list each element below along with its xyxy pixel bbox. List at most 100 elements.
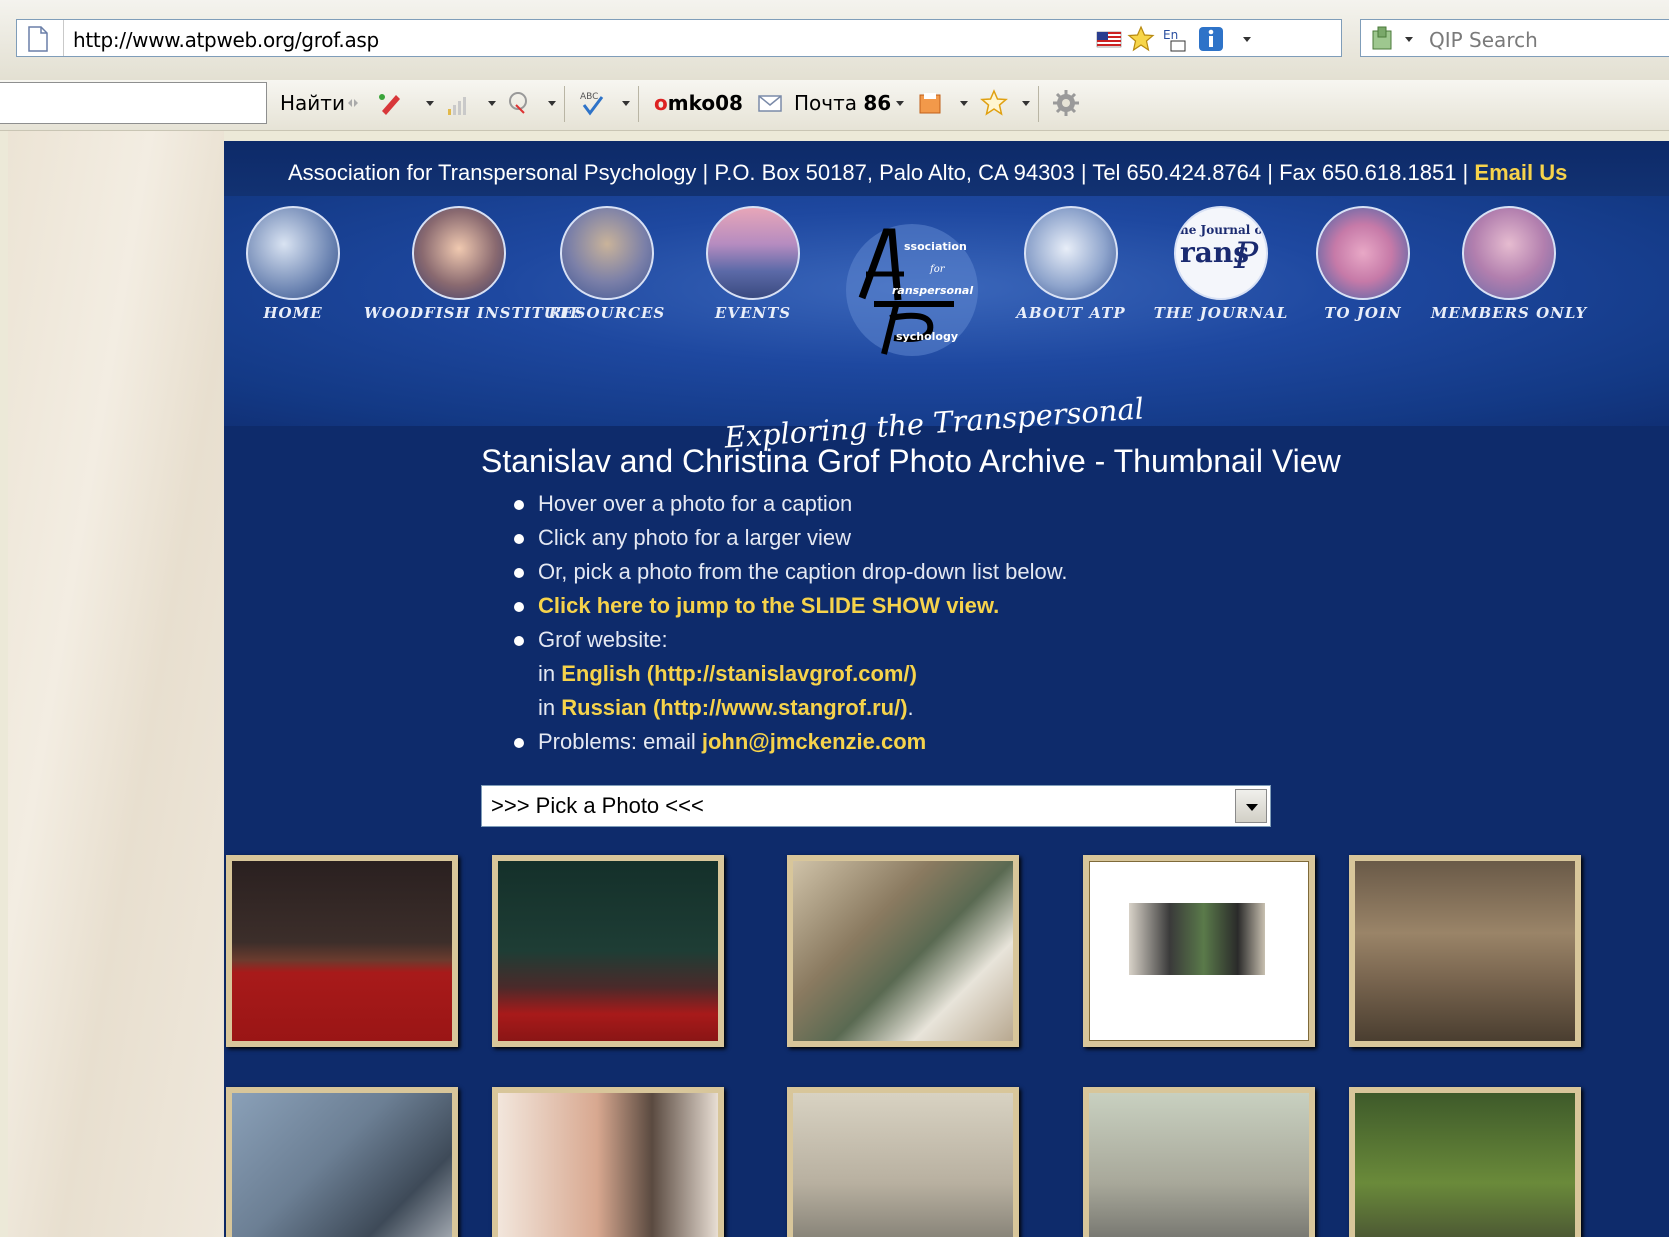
dalai-lama-photo — [498, 861, 718, 1041]
chevron-down-icon[interactable] — [1235, 789, 1267, 823]
bookmark-folder-icon[interactable] — [916, 89, 944, 117]
nav-woodfish-label: WOODFISH INSTITUTE — [364, 304, 583, 322]
events-image — [706, 206, 800, 300]
qip-dropdown-arrow-icon[interactable] — [1405, 37, 1413, 42]
home-image — [246, 206, 340, 300]
atp-logo[interactable]: ssociation for ranspersonal sychology — [834, 220, 994, 360]
nav-woodfish-institute[interactable]: WOODFISH INSTITUTE — [364, 206, 583, 322]
svg-text:En: En — [1163, 28, 1178, 42]
woodfish-image — [412, 206, 506, 300]
translate-icon[interactable]: En — [1161, 25, 1189, 53]
flag-icon[interactable] — [1095, 25, 1123, 53]
page-background — [8, 131, 224, 1237]
info-dropdown-arrow-icon[interactable] — [1243, 37, 1251, 42]
highlighter-dropdown-icon[interactable] — [426, 101, 434, 106]
toolbar-search-input[interactable] — [0, 82, 267, 124]
signal-dropdown-icon[interactable] — [488, 101, 496, 106]
bullet-icon — [514, 500, 524, 510]
group-outdoors-photo — [232, 1093, 452, 1237]
email-us-link[interactable]: Email Us — [1474, 160, 1567, 185]
spellcheck-icon[interactable]: ABC — [578, 89, 606, 117]
photo-thumbnail[interactable] — [226, 1087, 458, 1237]
in-label: in — [538, 695, 562, 720]
username-button[interactable]: omko08 — [654, 91, 743, 115]
pick-photo-select[interactable]: >>> Pick a Photo <<< — [481, 785, 1271, 827]
logo-line1: ssociation — [904, 240, 967, 253]
photo-thumbnail[interactable] — [787, 1087, 1019, 1237]
instruction-text: Or, pick a photo from the caption drop-d… — [538, 559, 1068, 584]
nav-home-label: HOME — [263, 304, 323, 322]
toolbar-separator — [638, 86, 639, 122]
bullet-icon — [514, 534, 524, 544]
instruction-text: Hover over a photo for a caption — [538, 491, 853, 516]
logo-line4: sychology — [896, 330, 958, 343]
photo-thumbnail[interactable] — [1349, 1087, 1581, 1237]
nav-events[interactable]: EVENTS — [678, 206, 828, 322]
nav-the-journal[interactable]: he Journal o rans P THE JOURNAL — [1134, 206, 1308, 322]
toolbar-separator — [564, 86, 565, 122]
photo-thumbnail[interactable] — [492, 1087, 724, 1237]
mail-icon[interactable] — [756, 89, 784, 117]
search-spy-dropdown-icon[interactable] — [548, 101, 556, 106]
page-icon — [28, 26, 48, 52]
url-field[interactable]: http://www.atpweb.org/grof.asp En — [16, 19, 1342, 57]
page-viewport: Association for Transpersonal Psychology… — [8, 131, 1669, 1237]
journal-cover-icon: he Journal o rans P — [1180, 223, 1263, 277]
qip-plugin-icon[interactable] — [1369, 25, 1397, 53]
bullet-icon — [514, 636, 524, 646]
conference-panel-photo — [232, 861, 452, 1041]
logo-line3: ranspersonal — [892, 284, 973, 297]
photo-thumbnail[interactable] — [1083, 855, 1315, 1047]
info-icon[interactable] — [1197, 25, 1225, 53]
mail-label: Почта — [794, 91, 857, 115]
nav-resources[interactable]: RESOURCES — [532, 206, 682, 322]
move-icon[interactable] — [346, 89, 360, 117]
bookmark-dropdown-icon[interactable] — [960, 101, 968, 106]
dinner-table-photo — [793, 861, 1013, 1041]
mail-dropdown-icon[interactable] — [896, 101, 904, 106]
contact-address: Association for Transpersonal Psychology… — [288, 160, 1475, 185]
signal-bars-icon[interactable] — [444, 89, 472, 117]
qip-search-field[interactable]: QIP Search — [1360, 19, 1669, 57]
photo-thumbnail[interactable] — [492, 855, 724, 1047]
header-contact-bar: Association for Transpersonal Psychology… — [224, 141, 1669, 196]
nav-to-join[interactable]: TO JOIN — [1288, 206, 1438, 322]
username-text: mko08 — [667, 91, 743, 115]
search-spy-icon[interactable] — [506, 89, 534, 117]
members-image — [1462, 206, 1556, 300]
gear-icon[interactable] — [1052, 89, 1080, 117]
english-link[interactable]: English (http://stanislavgrof.com/) — [561, 661, 917, 686]
pick-photo-value: >>> Pick a Photo <<< — [491, 793, 704, 818]
favorites-star-icon[interactable] — [1127, 25, 1155, 53]
find-button[interactable]: Найти — [280, 91, 345, 115]
photo-thumbnail[interactable] — [787, 855, 1019, 1047]
favorite-dropdown-icon[interactable] — [1022, 101, 1030, 106]
nav-members-only[interactable]: MEMBERS ONLY — [1420, 206, 1598, 322]
qip-search-placeholder[interactable]: QIP Search — [1429, 28, 1538, 52]
highlighter-icon[interactable] — [376, 89, 404, 117]
photo-thumbnail[interactable] — [226, 855, 458, 1047]
toolbar-separator — [1038, 86, 1039, 122]
instruction-text: Click any photo for a larger view — [538, 525, 852, 550]
nav-events-label: EVENTS — [714, 304, 792, 322]
nav-join-label: TO JOIN — [1324, 304, 1402, 322]
nav-home[interactable]: HOME — [218, 206, 368, 322]
favorite-star-outline-icon[interactable] — [980, 89, 1008, 117]
content-panel: Association for Transpersonal Psychology… — [224, 141, 1669, 1237]
spellcheck-dropdown-icon[interactable] — [622, 101, 630, 106]
photo-thumbnail[interactable] — [1349, 855, 1581, 1047]
labyrinth-gathering-photo — [1355, 861, 1575, 1041]
url-text[interactable]: http://www.atpweb.org/grof.asp — [73, 28, 379, 52]
journal-image: he Journal o rans P — [1174, 206, 1268, 300]
mail-button[interactable]: Почта 86 — [794, 91, 891, 115]
bullet-icon — [514, 738, 524, 748]
nav-members-label: MEMBERS ONLY — [1430, 304, 1588, 322]
russian-line: in Russian (http://www.stangrof.ru/). — [538, 695, 914, 721]
slideshow-link[interactable]: Click here to jump to the SLIDE SHOW vie… — [538, 593, 999, 619]
two-men-seated-2-photo — [1089, 1093, 1309, 1237]
contact-line: Association for Transpersonal Psychology… — [288, 160, 1567, 186]
email-link[interactable]: john@jmckenzie.com — [702, 729, 926, 754]
russian-link[interactable]: Russian (http://www.stangrof.ru/) — [561, 695, 907, 720]
nav-about-atp[interactable]: ABOUT ATP — [996, 206, 1146, 322]
photo-thumbnail[interactable] — [1083, 1087, 1315, 1237]
